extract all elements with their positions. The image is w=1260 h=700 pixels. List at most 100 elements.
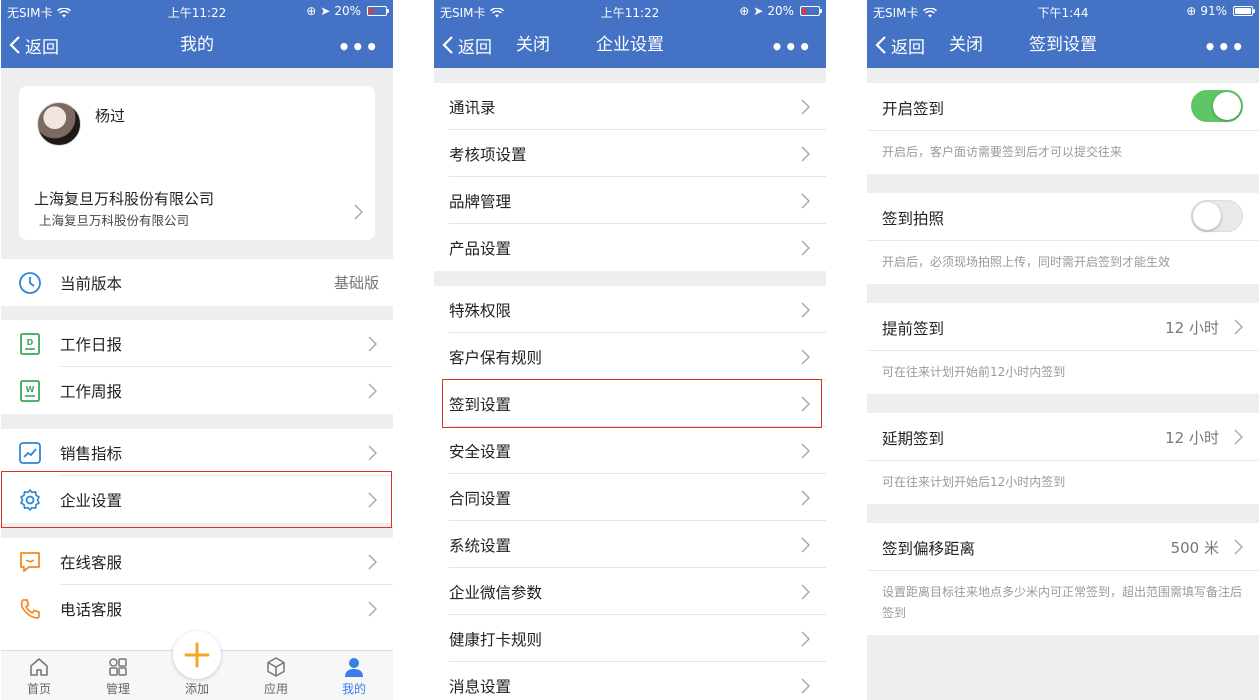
chevron-right-icon [801,146,810,162]
settings-item[interactable]: 通讯录 [434,83,826,130]
checkin-enable-hint: 开启后，客户面访需要签到后才可以提交往来 [867,130,1259,174]
phone-screen-my: 无SIM卡 上午11:22 ⊕ ➤ 20% 返回 我的 ••• 杨过 上海复旦万… [1,0,393,700]
daily-report-icon: D [20,333,40,355]
chevron-right-icon [801,302,810,318]
profile-card[interactable]: 杨过 上海复旦万科股份有限公司 上海复旦万科股份有限公司 [19,86,375,240]
daily-report-label: 工作日报 [60,335,123,354]
phone-screen-enterprise-settings: 无SIM卡 上午11:22 ⊕ ➤ 20% 返回 关闭 企业设置 ••• 通讯录… [434,0,826,700]
tab-manage-label: 管理 [105,682,130,696]
settings-item-label: 产品设置 [449,239,512,258]
chevron-right-icon [1234,319,1243,335]
settings-item[interactable]: 消息设置 [434,662,826,700]
battery-percent: 91% [1200,4,1227,18]
home-icon [30,658,48,676]
status-bar: 无SIM卡 上午11:22 ⊕ ➤ 20% [434,0,826,22]
version-label: 当前版本 [60,274,123,293]
early-checkin-value: 12 小时 [1165,319,1219,337]
avatar[interactable] [37,102,81,146]
chevron-right-icon [368,492,377,508]
battery-icon [1233,6,1255,16]
chevron-right-icon [801,99,810,115]
late-checkin-value: 12 小时 [1165,429,1219,447]
company-name: 上海复旦万科股份有限公司 [34,190,215,208]
offset-distance-hint: 设置距离目标往来地点多少米内可正常签到，超出范围需填写备注后签到 [867,570,1259,635]
tab-apps[interactable]: 应用 [246,656,306,697]
settings-item[interactable]: 品牌管理 [434,177,826,224]
settings-item[interactable]: 特殊权限 [434,286,826,333]
offset-distance-value: 500 米 [1170,539,1219,557]
settings-item[interactable]: 产品设置 [434,224,826,271]
settings-item[interactable]: 健康打卡规则 [434,615,826,662]
svg-text:D: D [27,338,34,347]
settings-item[interactable]: 企业微信参数 [434,568,826,615]
chart-icon [19,442,41,464]
svg-text:W: W [26,385,35,394]
reports-group: D 工作日报 W 工作周报 [1,320,393,414]
settings-item[interactable]: 合同设置 [434,474,826,521]
late-checkin-row[interactable]: 延期签到 12 小时 [867,413,1259,460]
version-group: 当前版本 基础版 [1,259,393,306]
chevron-right-icon [801,349,810,365]
chevron-right-icon [368,601,377,617]
offset-distance-label: 签到偏移距离 [882,540,976,558]
checkin-enable-toggle[interactable] [1191,90,1243,122]
settings-item-label: 合同设置 [449,489,512,508]
checkin-enable-label: 开启签到 [882,100,945,118]
more-button[interactable]: ••• [771,35,812,59]
nav-bar: 返回 我的 ••• [1,22,393,68]
enterprise-settings-row[interactable]: 企业设置 [1,476,393,523]
offset-distance-row[interactable]: 签到偏移距离 500 米 [867,523,1259,570]
settings-item-label: 客户保有规则 [449,348,543,367]
weekly-report-row[interactable]: W 工作周报 [1,367,393,414]
checkin-settings-item[interactable]: 签到设置 [434,380,826,427]
tab-manage[interactable]: 管理 [88,656,148,697]
add-button[interactable] [173,631,221,679]
settings-item[interactable]: 安全设置 [434,427,826,474]
page-title: 我的 [180,35,214,55]
location-icon: ➤ [753,4,764,18]
early-checkin-label: 提前签到 [882,320,945,338]
sales-target-label: 销售指标 [60,444,123,463]
tab-mine[interactable]: 我的 [324,656,384,697]
checkin-photo-toggle[interactable] [1191,200,1243,232]
tab-bar: 首页 管理 添加 应用 我的 [1,631,393,700]
daily-report-row[interactable]: D 工作日报 [1,320,393,367]
settings-item-label: 健康打卡规则 [449,630,543,649]
settings-item-label: 品牌管理 [449,192,512,211]
settings-item[interactable]: 系统设置 [434,521,826,568]
phone-service-row[interactable]: 电话客服 [1,585,393,632]
settings-item-label: 安全设置 [449,442,512,461]
tab-home-label: 首页 [26,682,51,696]
status-bar: 无SIM卡 上午11:22 ⊕ ➤ 20% [1,0,393,22]
sales-target-row[interactable]: 销售指标 [1,429,393,476]
settings-item-label: 考核项设置 [449,145,527,164]
battery-icon [800,6,822,16]
settings-item[interactable]: 客户保有规则 [434,333,826,380]
checkin-enable-row: 开启签到 [867,83,1259,130]
checkin-photo-row: 签到拍照 [867,193,1259,240]
tab-home[interactable]: 首页 [9,656,69,697]
chevron-right-icon [801,678,810,694]
chevron-right-icon [368,336,377,352]
more-button[interactable]: ••• [338,35,379,59]
gear-icon [20,489,40,511]
chevron-right-icon [801,537,810,553]
battery-percent: 20% [334,4,361,18]
version-row[interactable]: 当前版本 基础版 [1,259,393,306]
chevron-right-icon [801,631,810,647]
early-checkin-row[interactable]: 提前签到 12 小时 [867,303,1259,350]
settings-item[interactable]: 考核项设置 [434,130,826,177]
nav-bar: 返回 关闭 企业设置 ••• [434,22,826,68]
nav-bar: 返回 关闭 签到设置 ••• [867,22,1259,68]
orientation-lock-icon: ⊕ [1186,4,1197,18]
page-title: 企业设置 [596,35,664,55]
plus-icon [184,642,210,668]
more-button[interactable]: ••• [1204,35,1245,59]
location-icon: ➤ [320,4,331,18]
chevron-right-icon [801,240,810,256]
settings-item-label: 签到设置 [449,395,512,414]
online-service-label: 在线客服 [60,553,123,572]
online-service-row[interactable]: 在线客服 [1,538,393,585]
grid-icon [109,658,127,676]
cube-icon [267,657,285,677]
